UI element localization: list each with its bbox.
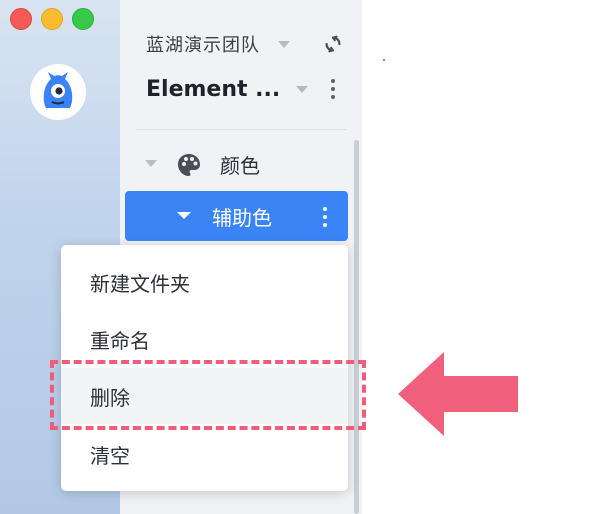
more-icon[interactable]	[331, 79, 335, 99]
selected-item-label: 辅助色	[212, 206, 272, 230]
chevron-down-icon[interactable]	[145, 160, 157, 167]
tree-item-folder[interactable]: 颜色	[140, 148, 340, 180]
menu-item-rename[interactable]: 重命名	[61, 311, 348, 367]
project-name: Element ...	[146, 76, 281, 102]
folder-label: 颜色	[220, 154, 260, 178]
chevron-down-icon	[296, 86, 308, 93]
menu-item-new-folder[interactable]: 新建文件夹	[61, 254, 348, 310]
tree-item-selected[interactable]: 辅助色	[125, 191, 348, 241]
refresh-icon[interactable]	[322, 33, 344, 55]
team-selector[interactable]: 蓝湖演示团队	[146, 30, 346, 58]
highlight-box	[50, 360, 366, 430]
menu-item-label: 新建文件夹	[90, 272, 190, 296]
stray-mark	[383, 59, 385, 61]
arrow-left-icon	[398, 352, 518, 436]
more-icon[interactable]	[323, 207, 327, 227]
maximize-window-button[interactable]	[72, 8, 94, 30]
blue-monster-icon	[43, 72, 73, 108]
divider	[136, 129, 346, 130]
project-selector[interactable]: Element ...	[146, 72, 346, 106]
app-logo[interactable]	[30, 64, 86, 120]
menu-item-label: 清空	[90, 444, 130, 468]
chevron-down-icon[interactable]	[177, 212, 191, 219]
chevron-down-icon	[278, 41, 290, 48]
scrollbar-thumb[interactable]	[354, 140, 359, 514]
panel-scrollbar[interactable]	[352, 140, 360, 514]
menu-item-clear[interactable]: 清空	[61, 426, 348, 482]
window-controls	[10, 8, 94, 30]
menu-item-label: 重命名	[90, 329, 150, 353]
minimize-window-button[interactable]	[41, 8, 63, 30]
palette-icon	[178, 154, 200, 176]
team-name: 蓝湖演示团队	[146, 35, 260, 56]
close-window-button[interactable]	[10, 8, 32, 30]
